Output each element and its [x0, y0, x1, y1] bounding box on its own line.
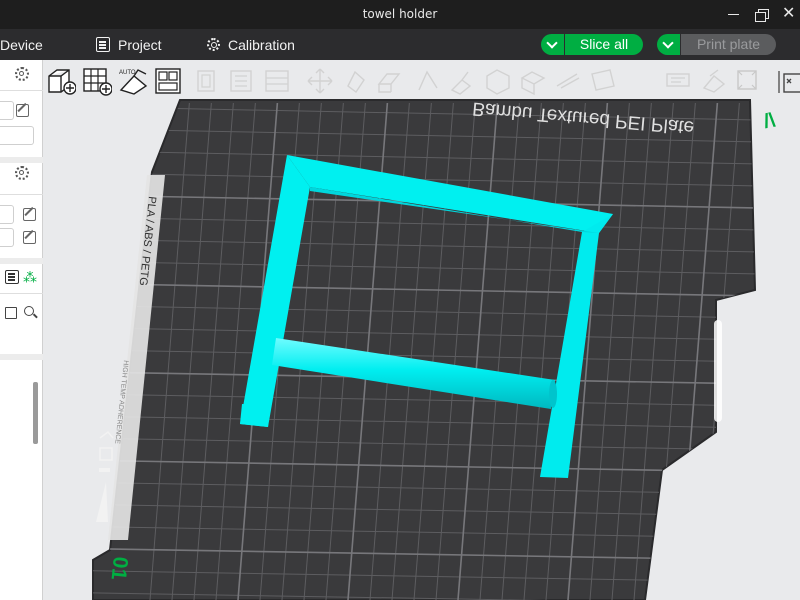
- plate-select[interactable]: [0, 126, 34, 145]
- filament-select-1[interactable]: [0, 205, 14, 224]
- assembly-icon: [588, 66, 618, 96]
- collapse-icon[interactable]: [776, 66, 800, 96]
- divider: [0, 194, 43, 195]
- add-cube-icon[interactable]: [46, 66, 76, 96]
- left-panel: ⁂: [0, 60, 43, 600]
- copy-icon: [192, 66, 222, 96]
- view-icon: [698, 66, 728, 96]
- layers-icon: [262, 66, 292, 96]
- plate-corner-mark: /\: [762, 109, 777, 133]
- tab-calibration-label: Calibration: [228, 36, 295, 53]
- seam-paint-icon: [483, 66, 513, 96]
- arrange-icon[interactable]: [154, 66, 184, 96]
- restore-icon[interactable]: [752, 5, 772, 23]
- slice-group: Slice all: [541, 34, 643, 55]
- save-icon[interactable]: [5, 307, 17, 319]
- tab-device[interactable]: Device: [0, 29, 43, 60]
- tab-calibration[interactable]: Calibration: [207, 29, 295, 60]
- print-plate-button[interactable]: Print plate: [681, 34, 776, 55]
- search-icon[interactable]: [24, 306, 34, 316]
- 3d-viewport[interactable]: Bambu Textured PEI Plate PLA / ABS / PET…: [43, 60, 800, 600]
- print-dropdown-icon[interactable]: [657, 34, 681, 55]
- printer-select[interactable]: [0, 101, 14, 120]
- edit-icon[interactable]: [23, 208, 36, 221]
- divider: [0, 293, 43, 294]
- tab-project-label: Project: [118, 36, 162, 53]
- color-paint-icon: [518, 66, 548, 96]
- more-icon: [733, 66, 763, 96]
- objects-icon[interactable]: ⁂: [23, 269, 37, 286]
- tab-project[interactable]: Project: [96, 29, 162, 60]
- move-icon: [305, 66, 335, 96]
- auto-orient-icon[interactable]: AUTO: [118, 66, 148, 96]
- filament-select-2[interactable]: [0, 228, 14, 247]
- scale-icon: [375, 66, 405, 96]
- divider: [0, 90, 43, 91]
- close-icon[interactable]: ✕: [782, 5, 800, 23]
- split-icon: [227, 66, 257, 96]
- slice-dropdown-icon[interactable]: [541, 34, 565, 55]
- tab-device-label: Device: [0, 36, 43, 53]
- minimize-icon[interactable]: [724, 5, 744, 23]
- divider: [0, 258, 43, 264]
- plate-number: 01: [107, 555, 132, 581]
- gear-icon: [207, 38, 220, 51]
- printer-settings-gear-icon[interactable]: [15, 67, 29, 81]
- edit-icon[interactable]: [23, 231, 36, 244]
- divider: [0, 157, 43, 163]
- build-plate: [92, 99, 757, 600]
- window-title: towel holder: [362, 7, 438, 21]
- divider: [0, 354, 43, 360]
- canvas-toolbar: AUTO: [43, 60, 800, 100]
- measure-icon: [553, 66, 583, 96]
- print-group: Print plate: [657, 34, 776, 55]
- title-bar: towel holder ✕: [0, 0, 800, 29]
- filament-settings-gear-icon[interactable]: [15, 166, 29, 180]
- scrollbar[interactable]: [33, 382, 38, 444]
- support-paint-icon: [448, 66, 478, 96]
- project-icon: [96, 37, 110, 52]
- slice-all-button[interactable]: Slice all: [565, 34, 643, 55]
- rotate-icon: [340, 66, 370, 96]
- edit-icon[interactable]: [16, 104, 29, 117]
- text-icon: [663, 66, 693, 96]
- list-icon[interactable]: [5, 270, 19, 284]
- grid-add-icon[interactable]: [82, 66, 112, 96]
- auto-badge: AUTO: [119, 70, 136, 76]
- cut-icon: [413, 66, 443, 96]
